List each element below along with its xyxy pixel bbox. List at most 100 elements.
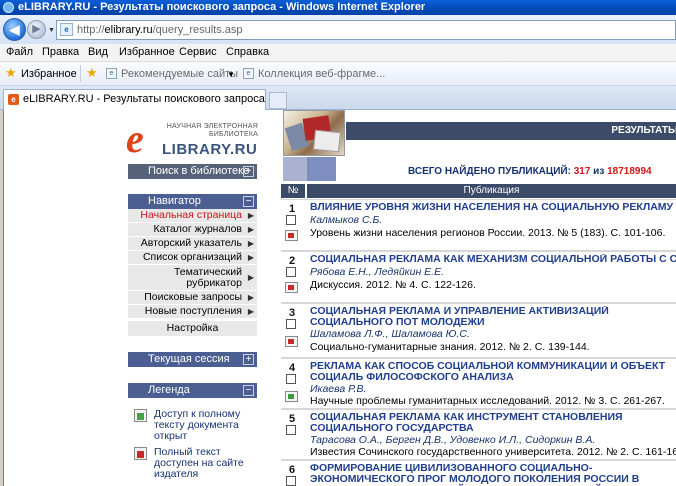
arrow-right-icon: ▶ [247,307,254,316]
row-number: 1 [289,203,296,215]
nav-item-new-arrivals[interactable]: Новые поступления ▶ [128,305,257,319]
legend-item-publisher: Полный текст доступен на сайте издателя [128,447,257,480]
publication-authors[interactable]: Шаламова Л.Ф., Шаламова Ю.С. [310,328,676,340]
tab-elibrary[interactable]: e eLIBRARY.RU - Результаты поискового за… [3,89,266,110]
column-header-number: № [281,184,305,198]
select-checkbox[interactable] [286,319,296,329]
open-access-icon[interactable] [285,391,298,402]
nav-item-settings[interactable]: Настройка [128,321,257,337]
arrow-right-icon: ▶ [247,225,254,234]
publisher-fulltext-icon [134,447,147,460]
nav-item-label: Начальная страница [140,209,242,221]
table-row: 2 СОЦИАЛЬНАЯ РЕКЛАМА КАК МЕХАНИЗМ СОЦИАЛ… [281,251,676,303]
publication-journal[interactable]: Научные проблемы гуманитарных исследован… [310,395,676,407]
table-row: 5 СОЦИАЛЬНАЯ РЕКЛАМА КАК ИНСТРУМЕНТ СТАН… [281,409,676,460]
nav-item-label: Авторский указатель [140,237,242,249]
nav-item-journals[interactable]: Каталог журналов ▶ [128,223,257,237]
legend-item-open-access: Доступ к полному тексту документа открыт [128,409,257,442]
page-icon: e [60,23,73,36]
publication-title[interactable]: РЕКЛАМА КАК СПОСОБ СОЦИАЛЬНОЙ КОММУНИКАЦ… [310,361,676,383]
nav-item-home[interactable]: Начальная страница ▶ [128,209,257,223]
publication-authors[interactable]: Рябова Е.Н., Ледяйкин Е.Е. [310,266,676,278]
new-tab-button[interactable] [269,92,287,109]
publication-authors[interactable]: Калмыков С.Б. [310,214,676,226]
row-number: 3 [289,307,296,319]
select-checkbox[interactable] [286,215,296,225]
separator [80,65,81,82]
elibrary-logo[interactable]: e НАУЧНАЯ ЭЛЕКТРОННАЯ БИБЛИОТЕКА LIBRARY… [126,116,261,161]
web-slice-gallery-link[interactable]: Коллекция веб-фрагме... [258,68,385,80]
pdf-icon[interactable] [285,230,298,241]
page-icon: e [106,68,117,79]
publication-journal[interactable]: Дискуссия. 2012. № 4. С. 122-126. [310,279,676,291]
row-number: 6 [289,464,296,476]
window-titlebar: eLIBRARY.RU - Результаты поискового запр… [0,0,676,15]
url-domain: elibrary.ru [104,24,153,36]
arrow-right-icon: ▶ [247,239,254,248]
found-summary: ВСЕГО НАЙДЕНО ПУБЛИКАЦИЙ: 317 из 1871899… [408,166,652,177]
logo-subtitle: НАУЧНАЯ ЭЛЕКТРОННАЯ БИБЛИОТЕКА [166,123,258,138]
menu-favorites[interactable]: Избранное [119,46,175,58]
arrow-right-icon: ▶ [247,253,254,262]
navigator-header[interactable]: Навигатор − [128,194,257,209]
navigator-label: Навигатор [148,195,201,207]
add-favorite-icon[interactable]: ★ [86,65,98,81]
photo-book [313,129,341,153]
logo-title: LIBRARY.RU [162,141,258,158]
menu-edit[interactable]: Правка [42,46,79,58]
menu-help[interactable]: Справка [226,46,269,58]
publication-title[interactable]: ВЛИЯНИЕ УРОВНЯ ЖИЗНИ НАСЕЛЕНИЯ НА СОЦИАЛ… [310,202,676,213]
chevron-down-icon[interactable]: ▼ [227,70,235,79]
legend-item-label: Доступ к полному тексту документа открыт [154,408,241,442]
suggested-sites-link[interactable]: Рекомендуемые сайты [121,68,238,80]
publication-journal[interactable]: Уровень жизни населения регионов России.… [310,227,676,239]
collapse-icon[interactable]: − [243,385,254,396]
legend-header[interactable]: Легенда − [128,383,257,398]
history-dropdown-icon[interactable]: ▼ [48,27,55,34]
library-search-label: Поиск в библиотеке [148,165,250,177]
nav-item-label: Тематический рубрикатор [173,266,242,289]
select-checkbox[interactable] [286,374,296,384]
window-title: eLIBRARY.RU - Результаты поискового запр… [18,1,426,13]
found-of: из [593,166,605,177]
forward-button[interactable]: ▶ [27,20,46,39]
results-header: РЕЗУЛЬТАТЫ ПОИСК [346,122,676,140]
library-search-header[interactable]: Поиск в библиотеке + [128,164,257,179]
expand-icon[interactable]: + [243,166,254,177]
back-button[interactable]: ◀ [3,18,26,41]
nav-item-rubricator[interactable]: Тематический рубрикатор ▶ [128,265,257,291]
elibrary-favicon-icon: e [8,94,19,105]
pdf-icon[interactable] [285,282,298,293]
logo-e: e [126,116,144,161]
select-checkbox[interactable] [286,425,296,435]
menu-view[interactable]: Вид [88,46,108,58]
menu-file[interactable]: Файл [6,46,33,58]
nav-item-label: Настройка [166,322,219,334]
publication-authors[interactable]: Икаева Р.В. [310,383,676,395]
favorites-bar: ★ Избранное ★ e Рекомендуемые сайты ▼ e … [0,62,676,86]
nav-item-organizations[interactable]: Список организаций ▶ [128,251,257,265]
menu-tools[interactable]: Сервис [179,46,217,58]
select-checkbox[interactable] [286,476,296,486]
nav-item-label: Список организаций [142,251,242,263]
expand-icon[interactable]: + [243,354,254,365]
nav-item-search-queries[interactable]: Поисковые запросы ▶ [128,291,257,305]
publication-title[interactable]: СОЦИАЛЬНАЯ РЕКЛАМА И УПРАВЛЕНИЕ АКТИВИЗА… [310,306,676,328]
session-header[interactable]: Текущая сессия + [128,352,257,367]
column-header-publication: Публикация [307,184,676,198]
publication-journal[interactable]: Известия Сочинского государственного уни… [310,446,676,458]
publication-authors[interactable]: Тарасова О.А., Берген Д.В., Удовенко И.Л… [310,434,676,446]
publication-title[interactable]: СОЦИАЛЬНАЯ РЕКЛАМА КАК МЕХАНИЗМ СОЦИАЛЬН… [310,254,676,265]
favorites-button[interactable]: Избранное [21,68,77,80]
found-total: 18718994 [607,166,652,177]
pdf-icon[interactable] [285,336,298,347]
collapse-icon[interactable]: − [243,196,254,207]
publication-title[interactable]: СОЦИАЛЬНАЯ РЕКЛАМА КАК ИНСТРУМЕНТ СТАНОВ… [310,412,676,434]
address-input[interactable]: e http://elibrary.ru/query_results.asp [56,20,676,40]
page-icon: e [243,68,254,79]
nav-item-authors[interactable]: Авторский указатель ▶ [128,237,257,251]
select-checkbox[interactable] [286,267,296,277]
tab-bar: e eLIBRARY.RU - Результаты поискового за… [0,86,676,110]
publication-journal[interactable]: Социально-гуманитарные знания. 2012. № 2… [310,341,676,353]
publication-title[interactable]: ФОРМИРОВАНИЕ ЦИВИЛИЗОВАННОГО СОЦИАЛЬНО-Э… [310,463,676,486]
